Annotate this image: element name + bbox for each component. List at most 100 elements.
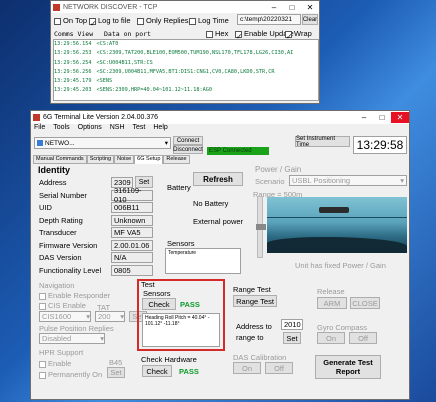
log-line: 13:29:56.254 <SC:U004B11,STR:CS [54, 59, 318, 68]
sonar-image [267, 197, 407, 253]
menu-file[interactable]: File [34, 124, 45, 134]
minimize-icon[interactable]: – [355, 112, 373, 123]
cis-value: CIS1600 [42, 312, 72, 321]
maximize-icon[interactable]: □ [373, 112, 391, 123]
close-button[interactable]: CLOSE [350, 297, 380, 309]
generate-report-button[interactable]: Generate Test Report [315, 355, 381, 379]
sensors-pass-label: PASS [180, 300, 200, 309]
tab-scripting[interactable]: Scripting [86, 155, 115, 164]
menu-nsh[interactable]: NSH [110, 124, 125, 134]
nd-title: NETWORK DISCOVER - TCP [63, 3, 158, 11]
gyro-off-button[interactable]: Off [349, 332, 377, 344]
log-message: <SC:U004B11,STR:CS [96, 59, 153, 66]
das-on-button[interactable]: On [233, 362, 261, 374]
no-battery-label: No Battery [193, 199, 229, 208]
gyro-on-button[interactable]: On [317, 332, 345, 344]
nd-hex-checkbox[interactable]: Hex [206, 29, 228, 38]
identity-value: 2.00.01.06 [111, 239, 153, 251]
hardware-check-button[interactable]: Check [142, 365, 172, 377]
close-icon[interactable]: ✕ [391, 112, 409, 123]
identity-label: Functionality Level [39, 265, 102, 275]
fixed-power-label: Unit has fixed Power / Gain [295, 261, 386, 270]
tab-noise[interactable]: Noise [114, 155, 135, 164]
connect-button[interactable]: Connect [173, 136, 203, 145]
tab-6g-setup[interactable]: 6G Setup [134, 155, 164, 164]
menu-test[interactable]: Test [133, 124, 146, 134]
tat-select[interactable]: 200 ▾ [95, 311, 125, 322]
nd-clear-button[interactable]: Clear [302, 14, 318, 25]
permanently-on-label: Permanently On [48, 370, 103, 379]
nd-log-view[interactable]: 13:29:56.154 <CS:AT0 13:29:56.253 <CS:2309,… [53, 39, 319, 101]
connection-icon [37, 140, 43, 146]
gt-title-bar: 6G Terminal Lite Version 2.04.00.376 – □… [31, 111, 409, 124]
cis-enable-label: CIS Enable [48, 301, 86, 310]
address-set-button[interactable]: Set [135, 176, 153, 188]
sensor-result-box[interactable]: Heading Roll Pitch = 40.04° - 101.12° -1… [142, 313, 220, 347]
nd-log-time-label: Log Time [198, 16, 229, 25]
menu-help[interactable]: Help [153, 124, 167, 134]
log-line: 13:29:56.253 <CS:2309,TAT200,BLE100,EOM50… [54, 49, 318, 58]
identity-label: Serial Number [39, 190, 87, 200]
enable-responder-checkbox[interactable]: Enable Responder [39, 291, 110, 300]
nd-wrap-checkbox[interactable]: ✓ Wrap [285, 29, 312, 41]
menu-options[interactable]: Options [78, 124, 102, 134]
menu-tools[interactable]: Tools [53, 124, 69, 134]
log-line: 13:29:45.203 <SENS:2309,HRP=40.04~101.12~… [54, 86, 318, 95]
close-icon[interactable]: ✕ [301, 2, 319, 13]
identity-value: MF VA5 [111, 227, 153, 238]
tat-value: 200 [98, 312, 111, 321]
network-discover-window: NETWORK DISCOVER - TCP – □ ✕ On Top ✓ Log… [50, 0, 320, 104]
chevron-down-icon: ▾ [164, 140, 168, 147]
range-test-button[interactable]: Range Test [233, 295, 277, 307]
seabed-shape [267, 237, 407, 253]
refresh-button[interactable]: Refresh [193, 172, 243, 186]
nd-path-field[interactable]: c:\temp\20220321 [237, 14, 301, 25]
hpr-set-button[interactable]: Set [107, 367, 125, 378]
hpr-enable-checkbox[interactable]: Enable [39, 359, 71, 368]
nd-on-top-checkbox[interactable]: On Top [54, 16, 87, 25]
disconnect-button[interactable]: Disconnect [173, 145, 203, 154]
sensor-temperature: Temperature [168, 250, 197, 256]
log-message: <CS:AT0 [96, 41, 119, 47]
nd-log-file-label: Log to file [98, 16, 131, 25]
scenario-value: USBL Positioning [292, 176, 351, 185]
nd-log-file-checkbox[interactable]: ✓ Log to file [89, 16, 131, 28]
connection-select[interactable]: NETWO... ▾ [34, 137, 171, 149]
cis-select[interactable]: CIS1600 ▾ [39, 311, 91, 322]
range-set-button[interactable]: Set [283, 332, 301, 344]
chevron-down-icon: ▾ [400, 176, 404, 185]
pulse-value: Disabled [42, 334, 72, 343]
pulse-select[interactable]: Disabled ▾ [39, 333, 105, 344]
range-address-field[interactable]: 2010 [281, 319, 303, 330]
identity-label: UID [39, 203, 52, 212]
tab-release[interactable]: Release [163, 155, 190, 164]
cis-enable-checkbox[interactable]: CIS Enable [39, 301, 86, 310]
tab-manual-commands[interactable]: Manual Commands [33, 155, 87, 164]
gyro-heading: Gyro Compass [317, 323, 368, 332]
log-line: 13:29:45.179 <SENS [54, 77, 318, 86]
identity-heading: Identity [38, 165, 71, 175]
nd-data-on-port-label: Data on port [104, 30, 151, 38]
set-instrument-time-button[interactable]: Set Instrument Time [295, 136, 350, 148]
log-message: <SENS [96, 78, 113, 85]
nd-wrap-label: Wrap [294, 29, 312, 38]
log-time: 13:29:56.253 [54, 50, 92, 57]
das-off-button[interactable]: Off [265, 362, 293, 374]
log-message: <SC:2309,U004B11,MFVA5,BT1:DIS1:CNG1,CV0… [96, 68, 275, 75]
power-slider[interactable] [256, 196, 266, 258]
permanently-on-checkbox[interactable]: Permanently On [39, 370, 102, 379]
nd-only-replies-checkbox[interactable]: Only Replies [137, 16, 189, 25]
minimize-icon[interactable]: – [265, 2, 283, 13]
chevron-down-icon: ▾ [100, 334, 104, 343]
nd-log-time-checkbox[interactable]: Log Time [189, 16, 229, 25]
slider-thumb[interactable] [256, 224, 266, 230]
identity-label: Address [39, 178, 67, 187]
sensors-check-button[interactable]: Check [142, 298, 176, 310]
log-time: 13:29:45.179 [54, 78, 92, 85]
sensors-list[interactable]: Temperature [165, 248, 241, 274]
scenario-select[interactable]: USBL Positioning ▾ [289, 175, 407, 186]
arm-button[interactable]: ARM [317, 297, 347, 309]
identity-value: 0805 [111, 264, 153, 276]
gt-app-icon [33, 114, 40, 121]
maximize-icon[interactable]: □ [283, 2, 301, 13]
